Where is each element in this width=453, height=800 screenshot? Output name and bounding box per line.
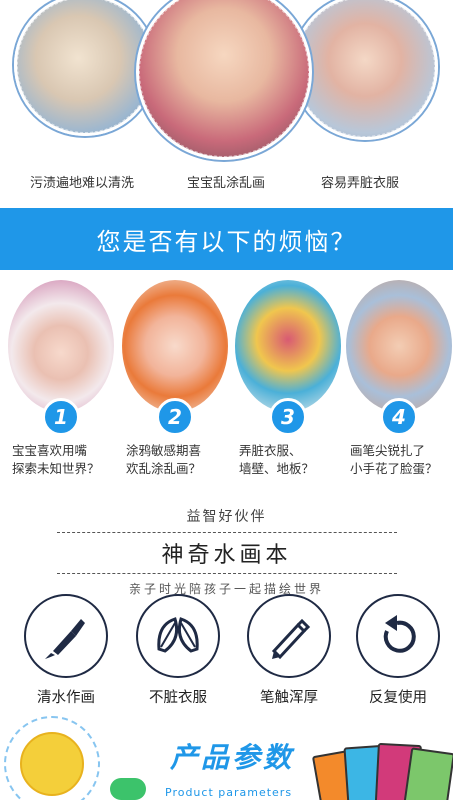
number-badge: 1 xyxy=(42,398,80,436)
params-title: 产品参数 xyxy=(170,741,295,774)
number-badge: 4 xyxy=(380,398,418,436)
worry-photo xyxy=(122,280,228,412)
partner-section: 益智好伙伴 神奇水画本 亲子时光陪孩子一起描绘世界 xyxy=(0,506,453,597)
caption-scribble: 宝宝乱涂乱画 xyxy=(186,176,265,191)
number-badge: 2 xyxy=(156,398,194,436)
params-subtitle: Product parameters xyxy=(165,786,293,799)
worry-line: 画笔尖锐扎了 xyxy=(350,443,426,458)
feature-label: 不脏衣服 xyxy=(149,690,207,706)
divider xyxy=(56,573,397,574)
worry-line: 弄脏衣服、 xyxy=(239,443,302,458)
worry-line: 欢乱涂乱画？ xyxy=(126,461,202,476)
feature-item: 不脏衣服 xyxy=(128,594,228,707)
worry-item-4: 4 画笔尖锐扎了 小手花了脸蛋？ xyxy=(344,280,453,478)
top-problems: 污渍遍地难以清洗 宝宝乱涂乱画 容易弄脏衣服 xyxy=(0,0,453,205)
feature-item: 反复使用 xyxy=(348,594,448,707)
sun-icon xyxy=(20,732,84,796)
worry-item-1: 1 宝宝喜欢用嘴 探索未知世界？ xyxy=(6,280,116,478)
caption-mess: 污渍遍地难以清洗 xyxy=(29,176,134,191)
worry-banner: 您是否有以下的烦恼？ xyxy=(0,208,453,270)
feature-label: 清水作画 xyxy=(37,690,95,706)
refresh-icon xyxy=(356,594,440,678)
worry-photo xyxy=(346,280,452,412)
dirty-clothes-photo xyxy=(292,0,438,140)
worry-text: 画笔尖锐扎了 小手花了脸蛋？ xyxy=(344,442,453,478)
worry-photo xyxy=(8,280,114,412)
number-badge: 3 xyxy=(269,398,307,436)
feature-item: 笔触浑厚 xyxy=(239,594,339,707)
product-page: 污渍遍地难以清洗 宝宝乱涂乱画 容易弄脏衣服 您是否有以下的烦恼？ 1 宝宝喜欢… xyxy=(0,0,453,800)
worry-line: 小手花了脸蛋？ xyxy=(350,461,438,476)
green-decoration xyxy=(110,778,146,800)
params-header: 产品参数 Product parameters xyxy=(0,716,453,800)
worry-photo xyxy=(235,280,341,412)
paintbrush-icon xyxy=(24,594,108,678)
partner-title: 神奇水画本 xyxy=(161,543,292,568)
worry-text: 弄脏衣服、 墙壁、地板？ xyxy=(233,442,343,478)
leaves-icon xyxy=(136,594,220,678)
partner-subtitle: 益智好伙伴 xyxy=(186,509,267,525)
banner-title: 您是否有以下的烦恼？ xyxy=(96,227,357,256)
pencil-icon xyxy=(247,594,331,678)
worry-line: 探索未知世界？ xyxy=(12,461,100,476)
partner-title-box: 神奇水画本 xyxy=(56,532,397,574)
worry-item-3: 3 弄脏衣服、 墙壁、地板？ xyxy=(233,280,343,478)
scribble-photo xyxy=(136,0,312,160)
worry-line: 宝宝喜欢用嘴 xyxy=(12,443,88,458)
feature-label: 反复使用 xyxy=(369,690,427,706)
worry-text: 涂鸦敏感期喜 欢乱涂乱画？ xyxy=(120,442,230,478)
mess-floor-photo xyxy=(14,0,156,136)
books-illustration xyxy=(311,742,453,800)
worry-line: 墙壁、地板？ xyxy=(239,461,315,476)
divider xyxy=(56,532,397,533)
worries-list: 1 宝宝喜欢用嘴 探索未知世界？ 2 涂鸦敏感期喜 欢乱涂乱画？ 3 弄脏衣服、… xyxy=(0,280,453,500)
feature-item: 清水作画 xyxy=(16,594,116,707)
worry-item-2: 2 涂鸦敏感期喜 欢乱涂乱画？ xyxy=(120,280,230,478)
worry-line: 涂鸦敏感期喜 xyxy=(126,443,202,458)
feature-label: 笔触浑厚 xyxy=(260,690,318,706)
caption-clothes: 容易弄脏衣服 xyxy=(320,176,399,191)
features-row: 清水作画 不脏衣服 笔触浑厚 反复使用 xyxy=(0,594,453,707)
worry-text: 宝宝喜欢用嘴 探索未知世界？ xyxy=(6,442,116,478)
